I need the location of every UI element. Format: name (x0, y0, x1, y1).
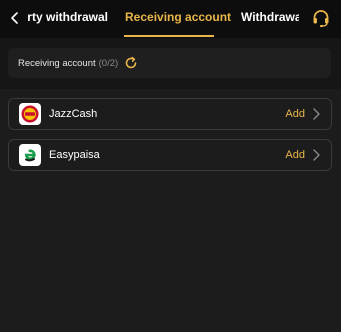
account-count: (0/2) (98, 57, 119, 69)
customer-service-button[interactable] (309, 6, 333, 30)
tab-receiving-account[interactable]: Receiving account (125, 0, 231, 36)
active-tab-indicator (124, 35, 214, 37)
back-button[interactable] (4, 6, 26, 30)
account-row-jazzcash[interactable]: JazzCash Add (8, 98, 332, 130)
top-tab-bar: Third-party withdrawal Receiving account… (0, 0, 341, 38)
account-row-easypaisa[interactable]: Easypaisa Add (8, 139, 332, 171)
banner-label: Receiving account (18, 57, 96, 69)
chevron-right-icon (311, 107, 321, 121)
headset-icon (313, 10, 329, 27)
refresh-icon[interactable] (124, 56, 138, 70)
add-button[interactable]: Add (285, 149, 305, 161)
chevron-left-icon (11, 12, 18, 24)
account-name: JazzCash (49, 108, 98, 120)
chevron-right-icon (311, 148, 321, 162)
add-button[interactable]: Add (285, 108, 305, 120)
receiving-account-summary: Receiving account (0/2) (8, 48, 331, 78)
jazzcash-logo-icon (19, 103, 41, 125)
easypaisa-logo-icon (19, 144, 41, 166)
tab-third-party-withdrawal[interactable]: Third-party withdrawal (28, 0, 108, 36)
account-name: Easypaisa (49, 149, 100, 161)
tab-withdrawal-history[interactable]: Withdrawal history (241, 0, 299, 36)
